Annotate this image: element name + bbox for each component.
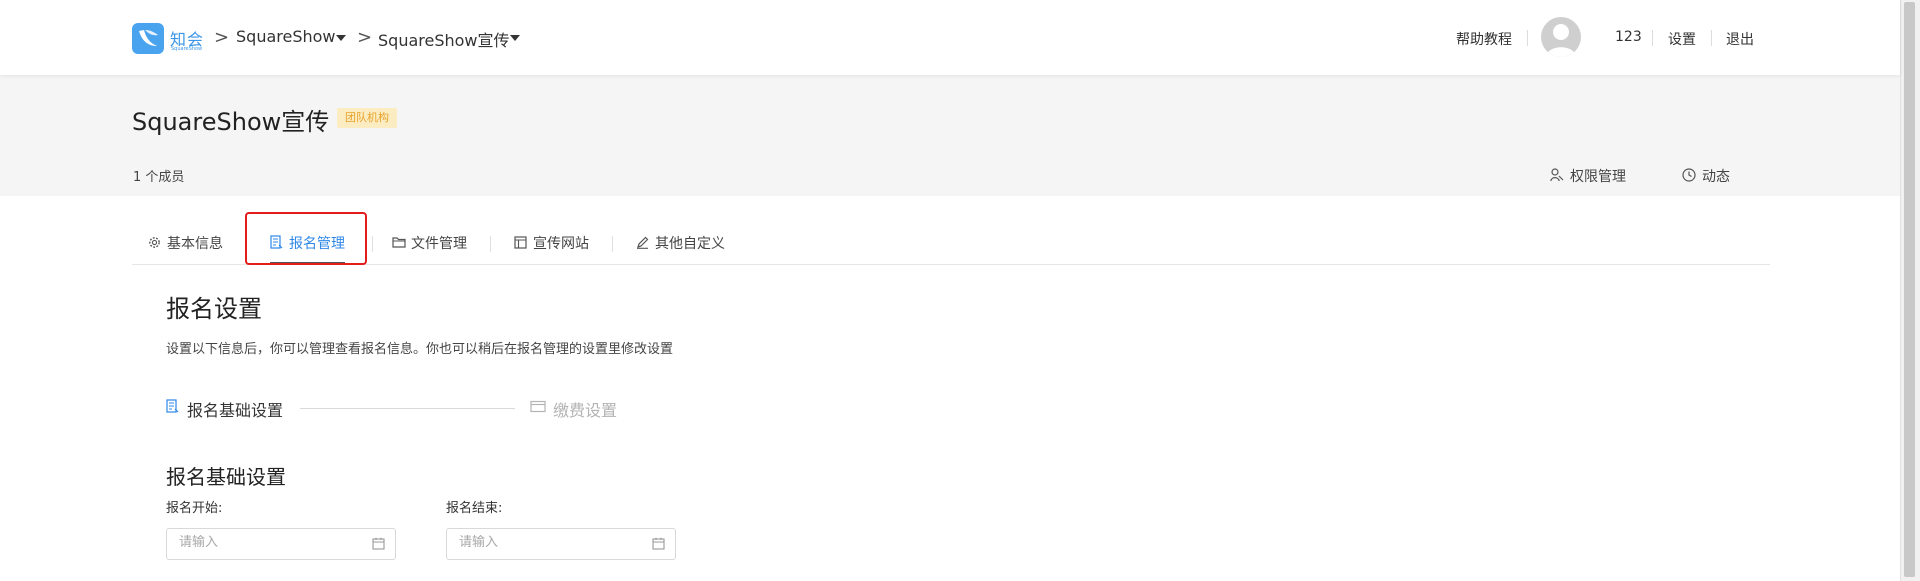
username-link[interactable]: 123 xyxy=(1615,29,1642,45)
end-date-input[interactable] xyxy=(459,535,639,550)
end-date-label: 报名结束: xyxy=(446,501,503,516)
tab-label: 其他自定义 xyxy=(655,236,725,252)
breadcrumb-item-squareshow[interactable]: SquareShow xyxy=(236,27,336,46)
calendar-icon xyxy=(652,537,665,550)
divider xyxy=(1652,30,1653,46)
breadcrumb-item-squareshow-promo[interactable]: SquareShow宣传 xyxy=(378,27,510,51)
section-heading: 报名设置 xyxy=(166,295,262,323)
breadcrumb-separator: > xyxy=(357,27,373,48)
divider xyxy=(372,236,373,252)
step-connector xyxy=(300,408,515,409)
step-label: 缴费设置 xyxy=(553,401,618,420)
logout-link[interactable]: 退出 xyxy=(1726,29,1754,49)
start-date-field[interactable] xyxy=(166,528,396,560)
step-label: 报名基础设置 xyxy=(187,401,284,420)
breadcrumb-separator: > xyxy=(214,27,230,48)
avatar[interactable] xyxy=(1541,17,1581,57)
chevron-down-icon[interactable] xyxy=(336,35,346,41)
status-badge: 团队机构 xyxy=(337,108,397,128)
clock-icon xyxy=(1682,168,1696,182)
page-title: SquareShow宣传 xyxy=(132,108,330,136)
tabs-divider xyxy=(132,264,1770,265)
tab-label: 宣传网站 xyxy=(533,236,589,252)
permissions-label: 权限管理 xyxy=(1570,169,1626,185)
card-icon xyxy=(530,400,546,413)
edit-icon xyxy=(637,236,649,249)
folder-icon xyxy=(392,237,406,248)
highlight-box xyxy=(245,212,367,265)
activity-label: 动态 xyxy=(1702,169,1730,185)
member-count[interactable]: 1 个成员 xyxy=(133,166,184,185)
tab-label: 文件管理 xyxy=(411,236,467,252)
form-icon xyxy=(166,399,179,413)
divider xyxy=(612,236,613,252)
divider xyxy=(1711,30,1712,46)
settings-link[interactable]: 设置 xyxy=(1668,29,1696,49)
gear-icon xyxy=(149,237,160,248)
chevron-down-icon[interactable] xyxy=(510,35,520,41)
divider xyxy=(490,236,491,252)
scrollbar-thumb[interactable] xyxy=(1904,2,1915,577)
brand-subtitle: SquareShow xyxy=(171,46,203,52)
subsection-title: 报名基础设置 xyxy=(166,465,286,489)
user-key-icon xyxy=(1550,168,1564,182)
end-date-field[interactable] xyxy=(446,528,676,560)
help-tutorial-link[interactable]: 帮助教程 xyxy=(1456,29,1512,49)
calendar-icon xyxy=(372,537,385,550)
website-icon xyxy=(514,236,527,249)
divider xyxy=(1527,30,1528,46)
top-navigation-bar: 知会 SquareShow > SquareShow > SquareShow宣… xyxy=(0,0,1900,75)
section-description: 设置以下信息后，你可以管理查看报名信息。你也可以稍后在报名管理的设置里修改设置 xyxy=(166,342,674,357)
start-date-label: 报名开始: xyxy=(166,501,223,516)
tab-label: 基本信息 xyxy=(167,236,223,252)
logo-icon[interactable] xyxy=(132,23,164,54)
start-date-input[interactable] xyxy=(179,535,359,550)
